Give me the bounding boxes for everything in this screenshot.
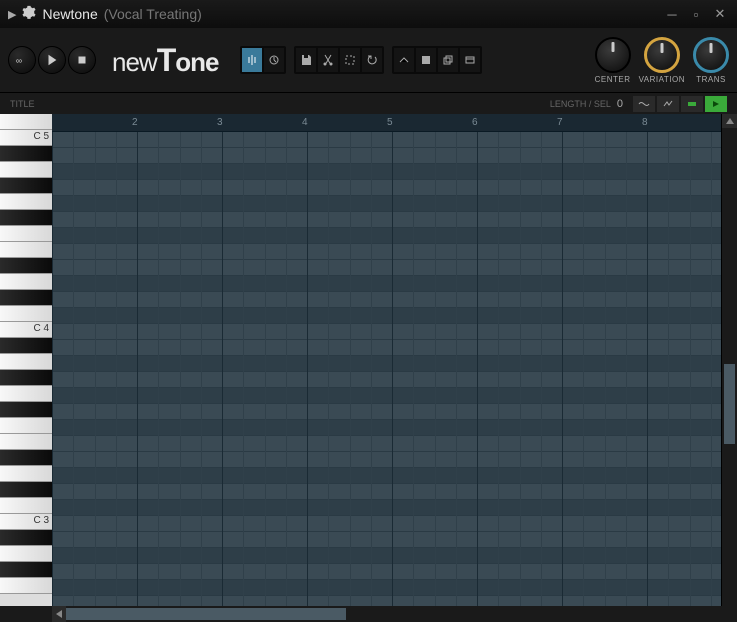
piano-key[interactable] — [0, 306, 52, 322]
piano-key[interactable] — [0, 578, 52, 594]
newtone-logo: newTone — [112, 42, 218, 79]
ruler-tick: 7 — [557, 117, 563, 128]
tool-mode-bar — [240, 46, 286, 74]
minimize-button[interactable]: ─ — [663, 7, 681, 22]
piano-key[interactable] — [0, 194, 52, 210]
stop-button[interactable] — [68, 46, 96, 74]
send-pitch-button[interactable] — [394, 48, 414, 72]
piano-key[interactable] — [0, 178, 52, 194]
piano-key-label: C 3 — [33, 515, 49, 526]
length-value: 0 — [617, 98, 623, 110]
piano-key-label: C 4 — [33, 323, 49, 334]
scroll-up-button[interactable] — [722, 114, 737, 128]
play-button[interactable] — [38, 46, 66, 74]
piano-key[interactable] — [0, 226, 52, 242]
scroll-h-thumb[interactable] — [66, 608, 346, 620]
trans-knob-label: TRANS — [696, 75, 726, 84]
ruler-tick: 2 — [132, 117, 138, 128]
piano-key[interactable] — [0, 450, 52, 466]
trans-knob[interactable] — [693, 37, 729, 73]
vertical-scrollbar[interactable] — [721, 114, 737, 606]
piano-key[interactable] — [0, 146, 52, 162]
file-tool-bar — [294, 46, 384, 74]
piano-key[interactable] — [0, 258, 52, 274]
drag-file-button[interactable] — [460, 48, 480, 72]
piano-key[interactable] — [0, 434, 52, 450]
piano-key[interactable] — [0, 242, 52, 258]
info-row: TITLE LENGTH / SEL 0 — [0, 92, 737, 114]
horizontal-scrollbar[interactable] — [52, 606, 721, 622]
variation-knob-label: VARIATION — [639, 75, 685, 84]
select-tool-button[interactable] — [340, 48, 360, 72]
collapse-arrow-icon[interactable]: ▶ — [8, 8, 16, 21]
piano-key[interactable] — [0, 290, 52, 306]
loop-button[interactable]: ∞ — [8, 46, 36, 74]
scroll-v-thumb[interactable] — [724, 364, 735, 444]
piano-key[interactable] — [0, 354, 52, 370]
piano-key[interactable] — [0, 114, 52, 130]
ruler-tick: 5 — [387, 117, 393, 128]
cut-button[interactable] — [318, 48, 338, 72]
piano-roll[interactable]: C 5 C 4 C 3 — [0, 114, 52, 606]
ruler-tick: 6 — [472, 117, 478, 128]
save-file-button[interactable] — [416, 48, 436, 72]
piano-key[interactable] — [0, 482, 52, 498]
pitch-tool-button[interactable] — [242, 48, 262, 72]
window-subtitle: (Vocal Treating) — [104, 6, 202, 22]
piano-key[interactable]: C 5 — [0, 130, 52, 146]
mode-link-button[interactable] — [681, 96, 703, 112]
horizontal-scrollbar-row — [0, 606, 737, 622]
piano-key[interactable] — [0, 210, 52, 226]
maximize-button[interactable]: ▫ — [687, 7, 705, 22]
center-knob[interactable] — [595, 37, 631, 73]
close-button[interactable]: ✕ — [711, 6, 729, 22]
undo-button[interactable] — [362, 48, 382, 72]
piano-key[interactable] — [0, 162, 52, 178]
piano-key[interactable] — [0, 530, 52, 546]
mode-play-button[interactable] — [705, 96, 727, 112]
grid-area[interactable]: 2 3 4 5 6 7 8 — [52, 114, 721, 606]
editor-area: C 5 C 4 C 3 2 3 4 5 6 7 8 — [0, 114, 737, 606]
center-knob-label: CENTER — [595, 75, 631, 84]
title-label: TITLE — [10, 99, 35, 109]
piano-key[interactable] — [0, 402, 52, 418]
drag-copy-button[interactable] — [438, 48, 458, 72]
toolbar: ∞ newTone — [0, 28, 737, 92]
piano-key[interactable] — [0, 386, 52, 402]
window-title: Newtone — [42, 6, 97, 22]
piano-key[interactable] — [0, 338, 52, 354]
scroll-left-button[interactable] — [52, 606, 66, 622]
piano-key[interactable]: C 4 — [0, 322, 52, 338]
ruler-tick: 8 — [642, 117, 648, 128]
piano-key[interactable] — [0, 546, 52, 562]
piano-key[interactable] — [0, 562, 52, 578]
send-tool-bar — [392, 46, 482, 74]
save-button[interactable] — [296, 48, 316, 72]
piano-key[interactable] — [0, 274, 52, 290]
variation-knob[interactable] — [644, 37, 680, 73]
piano-key[interactable] — [0, 498, 52, 514]
gear-icon[interactable] — [22, 5, 36, 24]
piano-key[interactable] — [0, 418, 52, 434]
piano-key[interactable]: C 3 — [0, 514, 52, 530]
titlebar: ▶ Newtone (Vocal Treating) ─ ▫ ✕ — [0, 0, 737, 28]
piano-key[interactable] — [0, 370, 52, 386]
mode-warp-button[interactable] — [633, 96, 655, 112]
piano-key-label: C 5 — [33, 131, 49, 142]
timeline-ruler[interactable]: 2 3 4 5 6 7 8 — [52, 114, 721, 132]
mode-legato-button[interactable] — [657, 96, 679, 112]
ruler-tick: 3 — [217, 117, 223, 128]
time-tool-button[interactable] — [264, 48, 284, 72]
length-label: LENGTH / SEL — [550, 99, 611, 109]
svg-text:∞: ∞ — [16, 56, 22, 66]
ruler-tick: 4 — [302, 117, 308, 128]
piano-key[interactable] — [0, 466, 52, 482]
